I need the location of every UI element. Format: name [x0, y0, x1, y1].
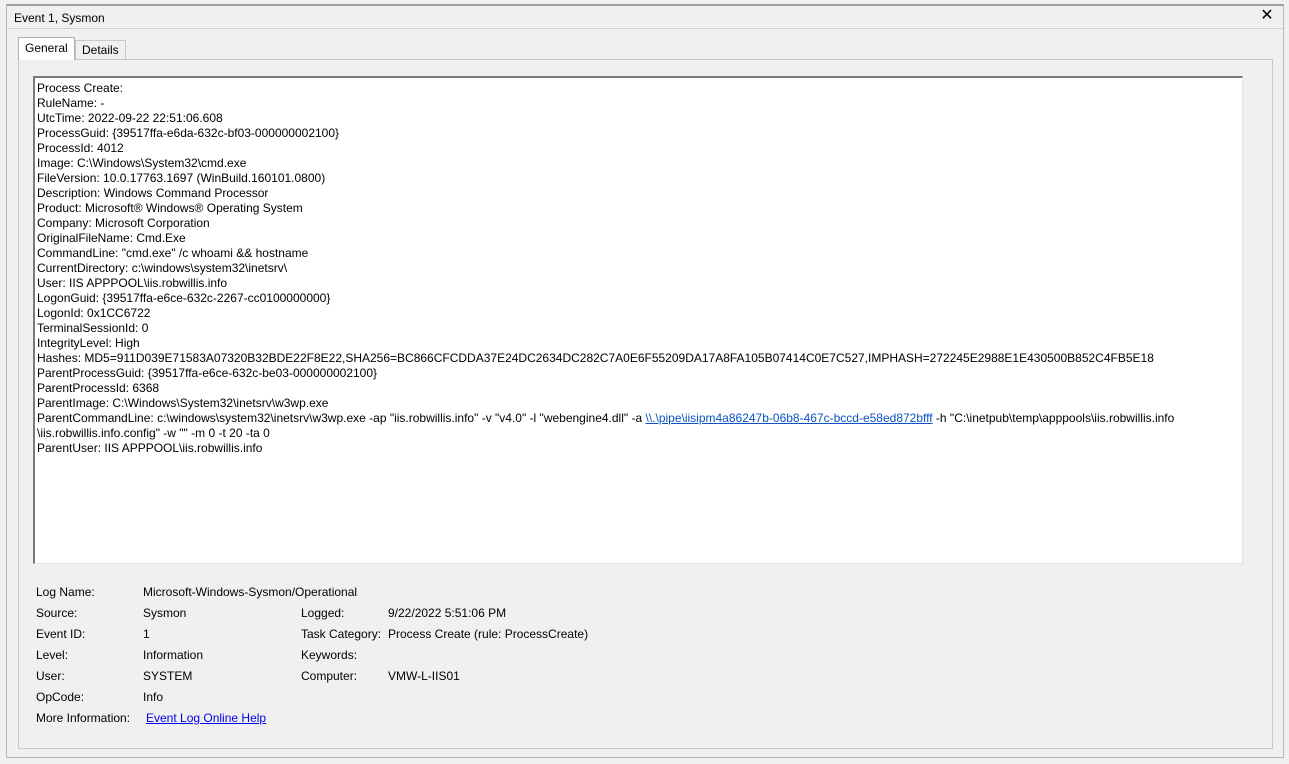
desc-line: CommandLine: "cmd.exe" /c whoami && host…	[37, 246, 309, 260]
desc-line: LogonId: 0x1CC6722	[37, 306, 151, 320]
event-description-textbox[interactable]: Process Create: RuleName: - UtcTime: 202…	[33, 76, 1243, 564]
more-information-label: More Information:	[36, 711, 131, 725]
desc-line: ParentUser: IIS APPPOOL\iis.robwillis.in…	[37, 441, 263, 455]
general-panel: Process Create: RuleName: - UtcTime: 202…	[18, 59, 1273, 749]
event-log-online-help-link[interactable]: Event Log Online Help	[146, 711, 266, 725]
desc-line: Company: Microsoft Corporation	[37, 216, 210, 230]
source-value: Sysmon	[143, 606, 187, 620]
close-icon[interactable]: ✕	[1259, 7, 1275, 25]
pipe-link[interactable]: \\.\pipe\iisipm4a86247b-06b8-467c-bccd-e…	[645, 411, 932, 425]
desc-line: User: IIS APPPOOL\iis.robwillis.info	[37, 276, 228, 290]
user-value: SYSTEM	[143, 669, 193, 683]
desc-line: ParentProcessId: 6368	[37, 381, 160, 395]
desc-line: ParentProcessGuid: {39517ffa-e6ce-632c-b…	[37, 366, 378, 380]
desc-line: ProcessGuid: {39517ffa-e6da-632c-bf03-00…	[37, 126, 340, 140]
parent-command-line: ParentCommandLine: c:\windows\system32\i…	[37, 411, 1240, 426]
desc-line: CurrentDirectory: c:\windows\system32\in…	[37, 261, 288, 275]
desc-line: ProcessId: 4012	[37, 141, 124, 155]
opcode-value: Info	[143, 690, 164, 704]
event-id-value: 1	[143, 627, 150, 641]
logged-label: Logged:	[301, 606, 345, 620]
desc-line: OriginalFileName: Cmd.Exe	[37, 231, 186, 245]
desc-line: ParentImage: C:\Windows\System32\inetsrv…	[37, 396, 329, 410]
task-category-value: Process Create (rule: ProcessCreate)	[388, 627, 589, 641]
level-value: Information	[143, 648, 204, 662]
desc-line: Image: C:\Windows\System32\cmd.exe	[37, 156, 247, 170]
log-name-value: Microsoft-Windows-Sysmon/Operational	[143, 585, 358, 599]
computer-label: Computer:	[301, 669, 358, 683]
desc-line: Hashes: MD5=911D039E71583A07320B32BDE22F…	[37, 351, 1154, 365]
desc-line: Product: Microsoft® Windows® Operating S…	[37, 201, 303, 215]
event-properties-window: Event 1, Sysmon ✕ General Details Proces…	[6, 4, 1284, 758]
desc-line: Process Create:	[37, 81, 124, 95]
event-id-label: Event ID:	[36, 627, 86, 641]
level-label: Level:	[36, 648, 69, 662]
window-title: Event 1, Sysmon	[14, 11, 105, 25]
parent-cmd-text: ParentCommandLine: c:\windows\system32\i…	[37, 411, 646, 425]
log-name-label: Log Name:	[36, 585, 95, 599]
source-label: Source:	[36, 606, 78, 620]
desc-line: LogonGuid: {39517ffa-e6ce-632c-2267-cc01…	[37, 291, 331, 305]
parent-cmd-text-after: -h "C:\inetpub\temp\apppools\iis.robwill…	[932, 411, 1175, 425]
title-bar: Event 1, Sysmon ✕	[7, 6, 1283, 29]
desc-line: IntegrityLevel: High	[37, 336, 140, 350]
desc-line: FileVersion: 10.0.17763.1697 (WinBuild.1…	[37, 171, 326, 185]
computer-value: VMW-L-IIS01	[388, 669, 460, 683]
keywords-label: Keywords:	[301, 648, 358, 662]
desc-line: RuleName: -	[37, 96, 105, 110]
user-label: User:	[36, 669, 65, 683]
tab-general[interactable]: General	[18, 37, 75, 60]
tab-details[interactable]: Details	[75, 40, 126, 59]
desc-line: TerminalSessionId: 0	[37, 321, 149, 335]
opcode-label: OpCode:	[36, 690, 85, 704]
logged-value: 9/22/2022 5:51:06 PM	[388, 606, 507, 620]
parent-cmd-continuation: \iis.robwillis.info.config" -w "" -m 0 -…	[37, 426, 270, 440]
desc-line: UtcTime: 2022-09-22 22:51:06.608	[37, 111, 223, 125]
desc-line: Description: Windows Command Processor	[37, 186, 269, 200]
task-category-label: Task Category:	[301, 627, 382, 641]
